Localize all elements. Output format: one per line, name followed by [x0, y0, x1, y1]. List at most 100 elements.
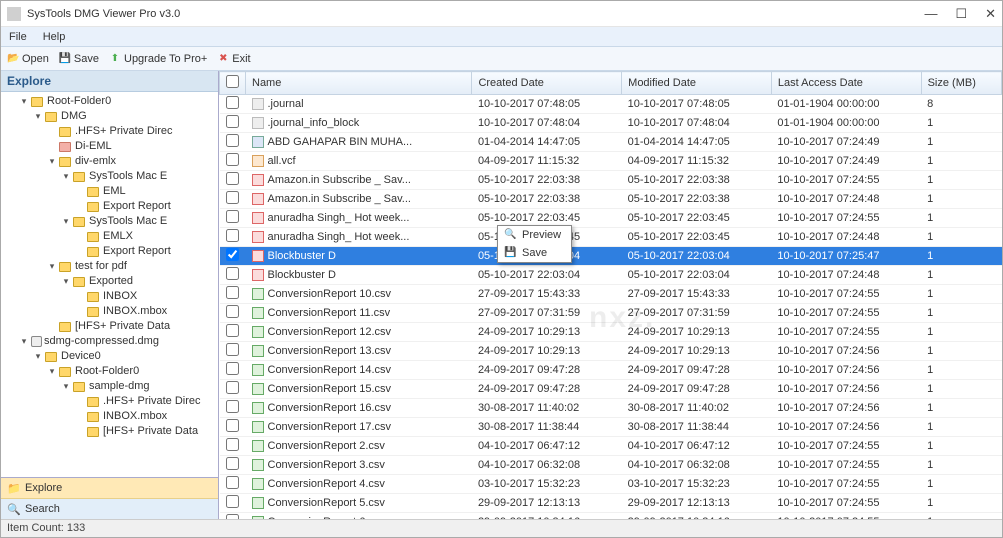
- toggle-icon[interactable]: ▾: [47, 364, 57, 379]
- tab-search[interactable]: 🔍Search: [1, 499, 218, 519]
- table-row[interactable]: .journal10-10-2017 07:48:0510-10-2017 07…: [220, 95, 1002, 114]
- tree-node[interactable]: ▾SysTools Mac E: [61, 169, 216, 184]
- tree-node[interactable]: INBOX: [75, 289, 216, 304]
- tab-explore[interactable]: 📁Explore: [1, 478, 218, 499]
- tree-node[interactable]: Di-EML: [47, 139, 216, 154]
- table-row[interactable]: ConversionReport 15.csv24-09-2017 09:47:…: [220, 380, 1002, 399]
- tree-node[interactable]: Export Report: [75, 199, 216, 214]
- table-row[interactable]: Amazon.in Subscribe _ Sav...05-10-2017 2…: [220, 190, 1002, 209]
- tree-node[interactable]: ▾div-emlx: [47, 154, 216, 169]
- tree-node[interactable]: ▾sample-dmg: [61, 379, 216, 394]
- column-header[interactable]: Last Access Date: [771, 72, 921, 95]
- select-all-checkbox[interactable]: [226, 75, 239, 88]
- minimize-button[interactable]: —: [924, 6, 937, 22]
- exit-button[interactable]: ✖Exit: [217, 53, 250, 65]
- toggle-icon[interactable]: ▾: [47, 259, 57, 274]
- column-header[interactable]: Created Date: [472, 72, 622, 95]
- row-checkbox[interactable]: [226, 381, 239, 394]
- column-header[interactable]: Size (MB): [921, 72, 1001, 95]
- table-row[interactable]: ConversionReport 2.csv04-10-2017 06:47:1…: [220, 437, 1002, 456]
- toggle-icon[interactable]: ▾: [19, 94, 29, 109]
- table-row[interactable]: Amazon.in Subscribe _ Sav...05-10-2017 2…: [220, 171, 1002, 190]
- tree-node[interactable]: ▾DMG: [33, 109, 216, 124]
- row-checkbox[interactable]: [226, 286, 239, 299]
- table-row[interactable]: ConversionReport 13.csv24-09-2017 10:29:…: [220, 342, 1002, 361]
- save-button[interactable]: 💾Save: [59, 53, 99, 65]
- table-row[interactable]: Blockbuster D05-10-2017 22:03:0405-10-20…: [220, 266, 1002, 285]
- tree-node[interactable]: ▾Root-Folder0: [19, 94, 216, 109]
- context-preview[interactable]: 🔍Preview: [498, 226, 571, 244]
- context-save[interactable]: 💾Save: [498, 244, 571, 262]
- tree-node[interactable]: ▾Device0: [33, 349, 216, 364]
- row-checkbox[interactable]: [226, 400, 239, 413]
- menu-file[interactable]: File: [9, 31, 27, 43]
- row-checkbox[interactable]: [226, 438, 239, 451]
- tree-node[interactable]: [HFS+ Private Data: [75, 424, 216, 439]
- maximize-button[interactable]: ☐: [955, 6, 967, 22]
- row-checkbox[interactable]: [226, 210, 239, 223]
- tree-node[interactable]: .HFS+ Private Direc: [47, 124, 216, 139]
- row-checkbox[interactable]: [226, 305, 239, 318]
- row-checkbox[interactable]: [226, 343, 239, 356]
- folder-tree[interactable]: ▾Root-Folder0▾DMG.HFS+ Private DirecDi-E…: [1, 92, 218, 477]
- row-checkbox[interactable]: [226, 457, 239, 470]
- row-checkbox[interactable]: [226, 476, 239, 489]
- table-row[interactable]: anuradha Singh_ Hot week...05-10-2017 22…: [220, 228, 1002, 247]
- toggle-icon[interactable]: ▾: [19, 334, 29, 349]
- row-checkbox[interactable]: [226, 229, 239, 242]
- row-checkbox[interactable]: [226, 172, 239, 185]
- row-checkbox[interactable]: [226, 153, 239, 166]
- table-row[interactable]: ConversionReport 12.csv24-09-2017 10:29:…: [220, 323, 1002, 342]
- table-row[interactable]: all.vcf04-09-2017 11:15:3204-09-2017 11:…: [220, 152, 1002, 171]
- row-checkbox[interactable]: [226, 248, 239, 261]
- toggle-icon[interactable]: ▾: [61, 214, 71, 229]
- tree-node[interactable]: [HFS+ Private Data: [47, 319, 216, 334]
- tree-node[interactable]: ▾sdmg-compressed.dmg: [19, 334, 216, 349]
- tree-node[interactable]: ▾Root-Folder0: [47, 364, 216, 379]
- upgrade-button[interactable]: ⬆Upgrade To Pro+: [109, 53, 207, 65]
- tree-node[interactable]: ▾SysTools Mac E: [61, 214, 216, 229]
- row-checkbox[interactable]: [226, 362, 239, 375]
- tree-node[interactable]: EMLX: [75, 229, 216, 244]
- column-header[interactable]: Modified Date: [622, 72, 772, 95]
- table-row[interactable]: ConversionReport 11.csv27-09-2017 07:31:…: [220, 304, 1002, 323]
- tree-node[interactable]: ▾Exported: [61, 274, 216, 289]
- row-checkbox[interactable]: [226, 514, 239, 519]
- row-checkbox[interactable]: [226, 324, 239, 337]
- row-checkbox[interactable]: [226, 267, 239, 280]
- row-checkbox[interactable]: [226, 495, 239, 508]
- menu-help[interactable]: Help: [43, 31, 66, 43]
- tree-node[interactable]: EML: [75, 184, 216, 199]
- table-row[interactable]: ConversionReport 16.csv30-08-2017 11:40:…: [220, 399, 1002, 418]
- table-row[interactable]: ConversionReport 5.csv29-09-2017 12:13:1…: [220, 494, 1002, 513]
- table-row[interactable]: ConversionReport 4.csv03-10-2017 15:32:2…: [220, 475, 1002, 494]
- tree-node[interactable]: INBOX.mbox: [75, 409, 216, 424]
- tree-node[interactable]: ▾test for pdf: [47, 259, 216, 274]
- table-row[interactable]: ConversionReport 3.csv04-10-2017 06:32:0…: [220, 456, 1002, 475]
- open-button[interactable]: 📂Open: [7, 53, 49, 65]
- table-row[interactable]: ConversionReport 14.csv24-09-2017 09:47:…: [220, 361, 1002, 380]
- tree-node[interactable]: Export Report: [75, 244, 216, 259]
- tree-node[interactable]: .HFS+ Private Direc: [75, 394, 216, 409]
- toggle-icon[interactable]: ▾: [47, 154, 57, 169]
- toggle-icon[interactable]: ▾: [33, 109, 43, 124]
- table-row[interactable]: ConversionReport 10.csv27-09-2017 15:43:…: [220, 285, 1002, 304]
- toggle-icon[interactable]: ▾: [61, 169, 71, 184]
- table-row[interactable]: Blockbuster D05-10-2017 22:03:0405-10-20…: [220, 247, 1002, 266]
- toggle-icon[interactable]: ▾: [61, 274, 71, 289]
- row-checkbox[interactable]: [226, 191, 239, 204]
- table-row[interactable]: ABD GAHAPAR BIN MUHA...01-04-2014 14:47:…: [220, 133, 1002, 152]
- table-row[interactable]: anuradha Singh_ Hot week...05-10-2017 22…: [220, 209, 1002, 228]
- table-row[interactable]: .journal_info_block10-10-2017 07:48:0410…: [220, 114, 1002, 133]
- table-row[interactable]: ConversionReport 17.csv30-08-2017 11:38:…: [220, 418, 1002, 437]
- close-button[interactable]: ✕: [985, 6, 996, 22]
- row-checkbox[interactable]: [226, 419, 239, 432]
- toggle-icon[interactable]: ▾: [61, 379, 71, 394]
- table-row[interactable]: ConversionReport 6.csv29-09-2017 10:34:1…: [220, 513, 1002, 520]
- column-header[interactable]: Name: [246, 72, 472, 95]
- row-checkbox[interactable]: [226, 134, 239, 147]
- tree-node[interactable]: INBOX.mbox: [75, 304, 216, 319]
- toggle-icon[interactable]: ▾: [33, 349, 43, 364]
- row-checkbox[interactable]: [226, 96, 239, 109]
- row-checkbox[interactable]: [226, 115, 239, 128]
